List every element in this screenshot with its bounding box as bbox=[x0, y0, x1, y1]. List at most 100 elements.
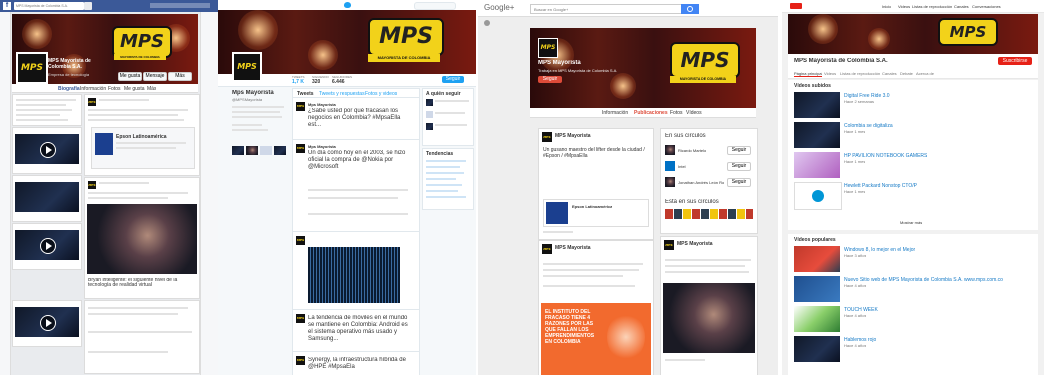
facebook-profile-picture[interactable]: MPS bbox=[16, 52, 48, 84]
nav-videos[interactable]: Videos bbox=[898, 4, 910, 9]
photo-thumb[interactable] bbox=[246, 146, 258, 155]
avatar[interactable]: MPS bbox=[542, 132, 552, 142]
video-item[interactable]: HP PAVILION NOTEBOOK GAMERS Hace 1 mes bbox=[794, 152, 1032, 180]
nav-listas[interactable]: Listas de reproducción bbox=[912, 4, 952, 9]
video-item[interactable]: Hablemos rojo Hace 4 años bbox=[794, 336, 1032, 364]
message-button[interactable]: Mensaje bbox=[143, 72, 167, 81]
tweet[interactable]: MPS Synergy, la infraestructura híbrida … bbox=[293, 353, 419, 375]
video-thumbnail[interactable] bbox=[794, 246, 840, 272]
tab-me-gusta[interactable]: Me gusta bbox=[124, 86, 145, 92]
person-name[interactable]: Ricardo Martelo bbox=[678, 148, 706, 153]
show-more-link[interactable]: Mostrar más bbox=[900, 220, 922, 225]
post-image[interactable] bbox=[87, 204, 197, 274]
gplus-avatar[interactable]: MPS bbox=[538, 38, 558, 58]
nav-inicio[interactable]: Inicio bbox=[882, 4, 891, 9]
avatar[interactable] bbox=[426, 123, 433, 130]
tab-tweets-replies[interactable]: Tweets y respuestas bbox=[319, 91, 365, 97]
video-thumbnail[interactable] bbox=[794, 306, 840, 332]
tweet-image[interactable] bbox=[308, 247, 400, 303]
video-thumbnail[interactable] bbox=[794, 336, 840, 362]
tweet[interactable]: MPS Mps Mayorista ¿Sabe usted por qué fr… bbox=[293, 99, 419, 140]
video-thumbnail[interactable] bbox=[794, 92, 840, 118]
tab-debate[interactable]: Debate bbox=[900, 71, 913, 76]
avatar[interactable] bbox=[426, 111, 433, 118]
video-thumbnail[interactable] bbox=[794, 122, 840, 148]
facebook-nav-links[interactable] bbox=[150, 3, 210, 8]
avatar[interactable]: MPS bbox=[296, 314, 305, 323]
video-item[interactable]: Windows 8, lo mejor en el Mejor Hace 3 a… bbox=[794, 246, 1032, 274]
tab-listas[interactable]: Listas de reproducción bbox=[840, 71, 880, 76]
tweet[interactable]: MPS La tendencia de móviles en el mundo … bbox=[293, 311, 419, 352]
followers-count[interactable]: 6.446 bbox=[332, 79, 345, 85]
add-button[interactable]: Seguir bbox=[727, 162, 751, 171]
photo-thumb[interactable] bbox=[232, 146, 244, 155]
nav-conversaciones[interactable]: Conversaciones bbox=[972, 4, 1001, 9]
follow-button[interactable]: Seguir bbox=[442, 76, 464, 83]
gplus-logo[interactable]: Google+ bbox=[484, 3, 514, 12]
tweet-author[interactable]: Mps Mayorista bbox=[308, 144, 336, 149]
link-preview[interactable]: Epson Latinoamérica bbox=[543, 199, 649, 227]
video-thumbnail[interactable] bbox=[794, 182, 842, 210]
facebook-logo-icon[interactable]: f bbox=[3, 2, 11, 10]
search-icon[interactable] bbox=[84, 2, 92, 10]
more-button[interactable]: Más bbox=[168, 72, 192, 81]
tab-tweets[interactable]: Tweets bbox=[297, 91, 314, 97]
play-icon[interactable] bbox=[40, 142, 56, 158]
tab-informacion[interactable]: Información bbox=[602, 110, 628, 116]
gplus-menu[interactable] bbox=[484, 20, 502, 26]
tab-pagina-principal[interactable]: Página principal bbox=[794, 71, 823, 77]
tab-videos[interactable]: Vídeos bbox=[686, 110, 702, 116]
avatar[interactable]: MPS bbox=[296, 236, 305, 245]
subscribe-button[interactable]: Suscribirse bbox=[998, 57, 1032, 65]
tab-biografia[interactable]: Biografía bbox=[58, 86, 80, 92]
avatar[interactable]: MPS bbox=[296, 356, 305, 365]
video-item[interactable]: TOUCH WEEK Hace 4 años bbox=[794, 306, 1032, 334]
gplus-search-input[interactable]: Buscar en Google+ bbox=[530, 4, 682, 14]
photo-thumb[interactable] bbox=[274, 146, 286, 155]
tweet[interactable]: MPS bbox=[293, 233, 419, 310]
video-thumbnail[interactable] bbox=[794, 276, 840, 302]
tab-mas[interactable]: Más bbox=[147, 86, 156, 92]
person-name[interactable]: Intel bbox=[678, 164, 686, 169]
video-item[interactable]: Digital Free Ride 3.0 Hace 2 semanas bbox=[794, 92, 1032, 120]
post-image[interactable] bbox=[663, 283, 755, 353]
twitter-search-input[interactable] bbox=[414, 2, 456, 10]
link-preview[interactable]: Epson Latinoamérica bbox=[91, 127, 195, 169]
add-button[interactable]: Seguir bbox=[727, 178, 751, 187]
following-count[interactable]: 320 bbox=[312, 79, 320, 85]
tab-canales[interactable]: Canales bbox=[882, 71, 897, 76]
post-author[interactable]: MPS Mayorista bbox=[555, 245, 591, 251]
twitter-avatar[interactable]: MPS bbox=[232, 52, 262, 82]
video-item[interactable]: Colombia se digitaliza Hace 1 mes bbox=[794, 122, 1032, 150]
avatar[interactable] bbox=[665, 145, 675, 155]
tweet-author[interactable]: Mps Mayorista bbox=[308, 102, 336, 107]
video-item[interactable]: Hewlett Packard Nonstop CTO/P Hace 1 mes bbox=[794, 182, 1032, 210]
avatar[interactable] bbox=[665, 161, 675, 171]
post-author[interactable]: MPS Mayorista bbox=[555, 133, 591, 139]
avatar[interactable]: MPS bbox=[88, 98, 96, 106]
tab-acerca-de[interactable]: Acerca de bbox=[916, 71, 934, 76]
tab-photos-videos[interactable]: Fotos y videos bbox=[365, 91, 397, 97]
tab-publicaciones[interactable]: Publicaciones bbox=[634, 110, 668, 116]
add-button[interactable]: Seguir bbox=[727, 146, 751, 155]
youtube-logo-icon[interactable] bbox=[790, 3, 802, 9]
avatar[interactable] bbox=[426, 99, 433, 106]
avatar[interactable] bbox=[665, 177, 675, 187]
twitter-handle[interactable]: @MPSMayorista bbox=[232, 97, 262, 102]
video-item[interactable]: Nuevo Sitio web de MPS Mayorista de Colo… bbox=[794, 276, 1032, 304]
promo-image[interactable]: EL INSTITUTO DEL FRACASO TIENE 4 RAZONES… bbox=[541, 303, 651, 375]
tab-informacion[interactable]: Información bbox=[80, 86, 106, 92]
play-icon[interactable] bbox=[40, 238, 56, 254]
avatar[interactable]: MPS bbox=[88, 181, 96, 189]
post-author[interactable]: MPS Mayorista bbox=[677, 241, 713, 247]
avatar[interactable]: MPS bbox=[542, 244, 552, 254]
avatar[interactable]: MPS bbox=[296, 102, 305, 111]
tab-videos[interactable]: Videos bbox=[824, 71, 836, 76]
twitter-bird-icon[interactable] bbox=[344, 2, 351, 8]
video-thumbnail[interactable] bbox=[794, 152, 840, 178]
photo-thumb[interactable] bbox=[260, 146, 272, 155]
tweet[interactable]: MPS Mps Mayorista Un día como hoy en el … bbox=[293, 141, 419, 232]
avatar[interactable]: MPS bbox=[664, 240, 674, 250]
avatar[interactable]: MPS bbox=[296, 144, 305, 153]
tweets-count[interactable]: 1,7 K bbox=[292, 79, 304, 85]
